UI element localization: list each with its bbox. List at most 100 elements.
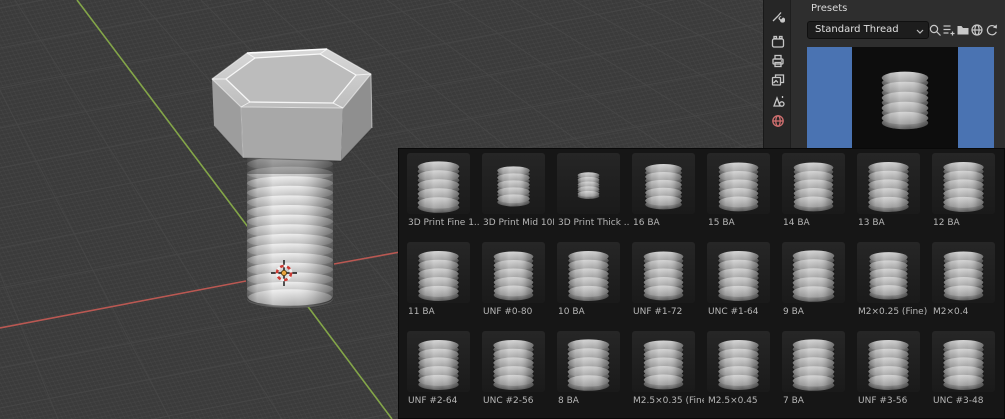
- thread-thumbnail-icon: [634, 331, 694, 392]
- bolt-head: [211, 48, 373, 162]
- open-folder-button[interactable]: [955, 22, 970, 38]
- preset-item[interactable]: 9 BA: [779, 242, 854, 331]
- preset-label: 16 BA: [633, 218, 660, 228]
- preset-label: 13 BA: [858, 218, 885, 228]
- preset-label: UNF #3-56: [858, 396, 908, 406]
- preset-item[interactable]: UNF #3-56: [854, 331, 929, 419]
- preset-thumbnail: [482, 153, 545, 214]
- preset-label: UNF #1-72: [633, 307, 683, 317]
- preset-item[interactable]: UNC #2-56: [479, 331, 554, 419]
- tab-scene[interactable]: [770, 93, 786, 109]
- preset-item[interactable]: 3D Print Thick ...: [554, 153, 629, 242]
- preset-thumbnail: [557, 153, 620, 214]
- preset-thumbnail: [857, 331, 920, 392]
- preset-item[interactable]: 7 BA: [779, 331, 854, 419]
- folder-icon: [957, 26, 968, 35]
- preset-label: 12 BA: [933, 218, 960, 228]
- online-assets-button[interactable]: [969, 22, 984, 38]
- thread-thumbnail-icon: [408, 331, 469, 392]
- add-preset-icon: [943, 25, 954, 36]
- preset-item[interactable]: 10 BA: [554, 242, 629, 331]
- thread-thumbnail-icon: [860, 242, 918, 303]
- preset-item[interactable]: 13 BA: [854, 153, 929, 242]
- preset-label: M2.5×0.35 (Fine): [633, 396, 704, 406]
- tool-icon: [772, 12, 785, 23]
- world-icon: [970, 24, 983, 36]
- refresh-button[interactable]: [983, 22, 998, 38]
- preset-thumbnail: [632, 242, 695, 303]
- output-icon: [772, 54, 784, 68]
- thread-thumbnail-icon: [483, 331, 544, 392]
- thread-thumbnail-icon: [708, 331, 769, 392]
- preset-thumbnail: [707, 153, 770, 214]
- preset-thumbnail: [407, 331, 470, 392]
- 3d-cursor: [271, 260, 297, 286]
- preset-thumbnail: [557, 331, 620, 392]
- preset-label: UNC #1-64: [708, 307, 759, 317]
- thread-thumbnail-icon: [858, 153, 919, 214]
- thread-thumbnail-icon: [558, 242, 619, 303]
- preset-thumbnail: [932, 331, 995, 392]
- thread-thumbnail-icon: [708, 242, 769, 303]
- preset-preview: [807, 47, 994, 148]
- preset-item[interactable]: M2.5×0.45: [704, 331, 779, 419]
- preset-item[interactable]: 3D Print Fine 1...: [404, 153, 479, 242]
- preset-label: 3D Print Fine 1...: [408, 218, 479, 228]
- preset-thumbnail: [932, 242, 995, 303]
- tab-render[interactable]: [770, 34, 786, 50]
- thread-thumbnail-icon: [572, 166, 605, 201]
- refresh-icon: [986, 24, 997, 36]
- thread-thumbnail-icon: [408, 242, 469, 303]
- preset-item[interactable]: 8 BA: [554, 331, 629, 419]
- add-preset-button[interactable]: [941, 22, 956, 38]
- tab-world[interactable]: [770, 113, 786, 129]
- preset-item[interactable]: M2×0.4: [929, 242, 1004, 331]
- preset-thumbnail: [857, 242, 920, 303]
- preset-label: UNC #3-48: [933, 396, 984, 406]
- preset-item[interactable]: 15 BA: [704, 153, 779, 242]
- preset-thumbnail: [482, 331, 545, 392]
- thread-thumbnail-icon: [709, 153, 769, 214]
- preset-label: 3D Print Mid 10M: [483, 218, 554, 228]
- preset-item[interactable]: UNC #1-64: [704, 242, 779, 331]
- thread-thumbnail-icon: [636, 154, 691, 214]
- preset-dropdown[interactable]: Standard Thread: [807, 21, 929, 39]
- thread-thumbnail-icon: [634, 242, 694, 303]
- search-button[interactable]: [927, 22, 942, 38]
- preset-thumbnail: [632, 153, 695, 214]
- preset-dropdown-value: Standard Thread: [815, 24, 899, 35]
- preset-label: UNF #2-64: [408, 396, 458, 406]
- preset-label: 10 BA: [558, 307, 585, 317]
- preset-thumbnail: [407, 153, 470, 214]
- tab-view-layer[interactable]: [770, 72, 786, 88]
- preset-item[interactable]: UNF #0-80: [479, 242, 554, 331]
- tab-tool[interactable]: [770, 8, 786, 24]
- preset-thumbnail: [782, 331, 845, 392]
- preset-item[interactable]: 16 BA: [629, 153, 704, 242]
- preset-item[interactable]: 14 BA: [779, 153, 854, 242]
- thread-thumbnail-icon: [557, 331, 620, 392]
- preset-item[interactable]: UNF #2-64: [404, 331, 479, 419]
- preset-item[interactable]: UNC #3-48: [929, 331, 1004, 419]
- preset-label: 3D Print Thick ...: [558, 218, 629, 228]
- presets-panel-title: Presets: [811, 3, 848, 14]
- preset-item[interactable]: UNF #1-72: [629, 242, 704, 331]
- thread-thumbnail-icon: [489, 157, 538, 210]
- preset-item[interactable]: 11 BA: [404, 242, 479, 331]
- preset-item[interactable]: M2.5×0.35 (Fine): [629, 331, 704, 419]
- view-layer-icon: [771, 74, 785, 86]
- preset-item[interactable]: 3D Print Mid 10M: [479, 153, 554, 242]
- preset-label: 8 BA: [558, 396, 579, 406]
- thread-thumbnail-icon: [933, 153, 994, 214]
- thread-preview-icon: [871, 59, 939, 135]
- tab-output[interactable]: [770, 53, 786, 69]
- render-icon: [771, 35, 785, 48]
- thread-thumbnail-icon: [407, 153, 470, 214]
- preset-thumbnail: [782, 242, 845, 303]
- preset-item[interactable]: 12 BA: [929, 153, 1004, 242]
- thread-thumbnail-icon: [858, 331, 919, 392]
- preset-item[interactable]: M2×0.25 (Fine): [854, 242, 929, 331]
- preset-label: M2×0.4: [933, 307, 969, 317]
- search-icon: [929, 24, 941, 36]
- preset-label: 9 BA: [783, 307, 804, 317]
